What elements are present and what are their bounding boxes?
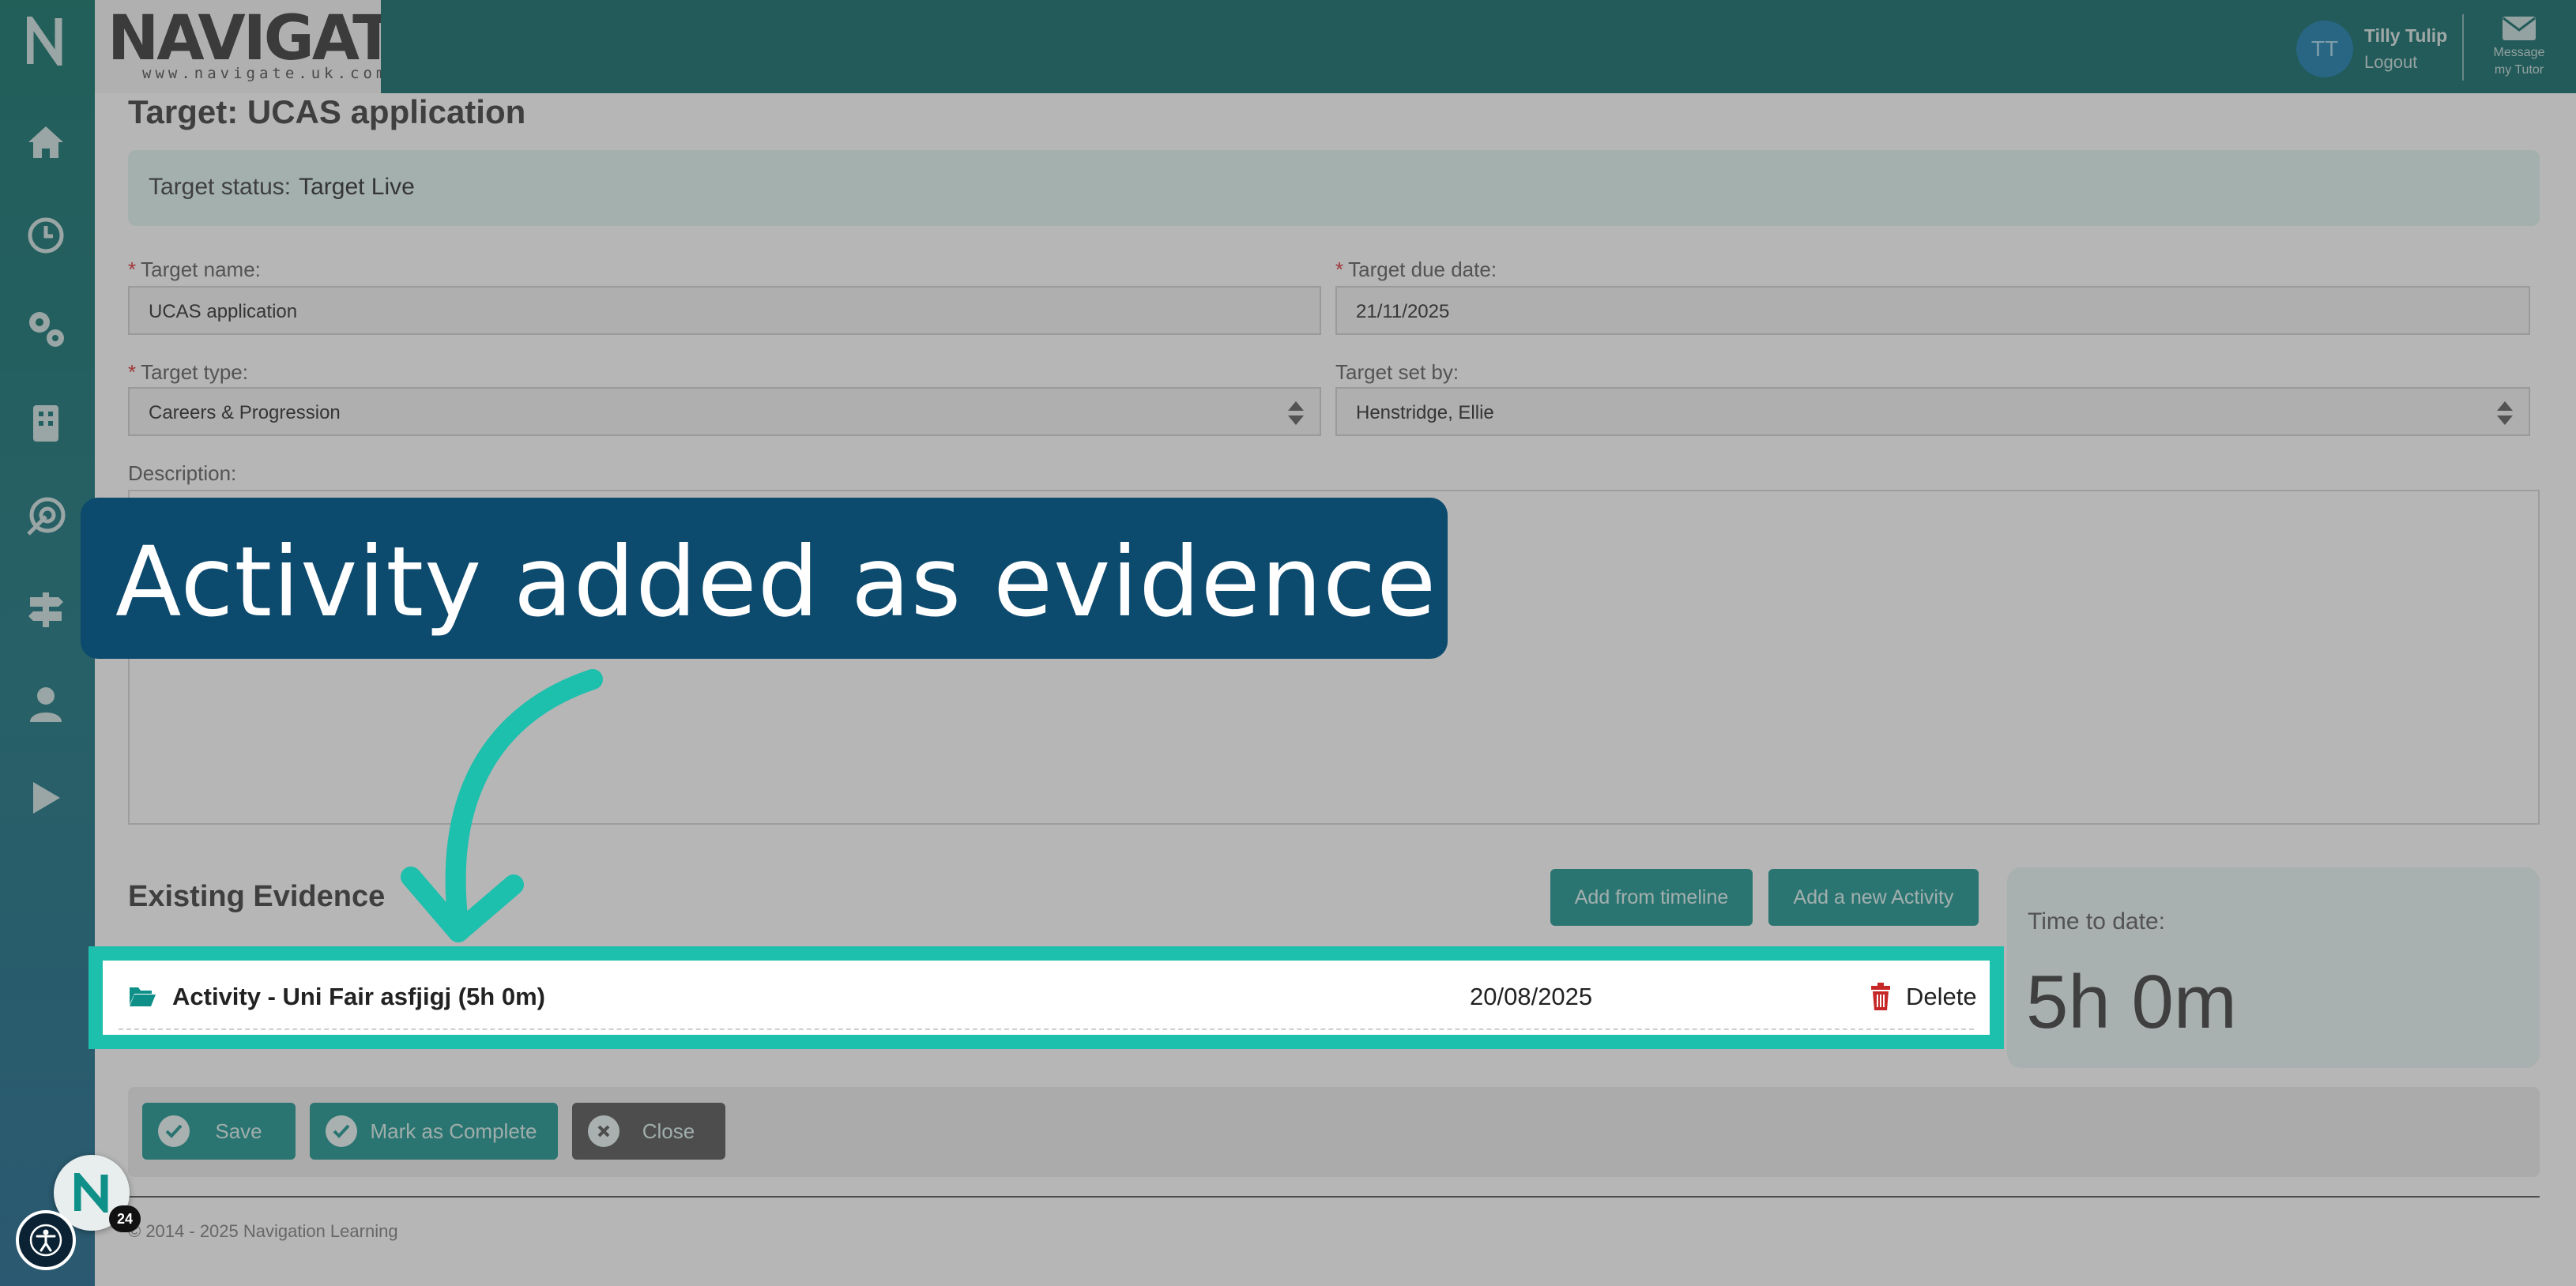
list-item[interactable]: Activity - Uni Fair asfjigj (5h 0m) 20/0…: [119, 968, 1977, 1030]
delete-button[interactable]: Delete: [1870, 980, 1977, 1014]
evidence-title[interactable]: Activity - Uni Fair asfjigj (5h 0m): [172, 983, 545, 1011]
evidence-date: 20/08/2025: [1470, 983, 1593, 1010]
trash-icon: [1871, 983, 1890, 1010]
notification-badge: 24: [109, 1205, 141, 1232]
folder-open-icon: [130, 987, 156, 1006]
evidence-highlight: Activity - Uni Fair asfjigj (5h 0m) 20/0…: [89, 946, 2004, 1049]
accessibility-icon: [29, 1224, 62, 1257]
delete-label: Delete: [1906, 983, 1977, 1010]
callout-arrow-icon: [401, 669, 603, 942]
tutorial-callout: Activity added as evidence: [81, 498, 1448, 659]
callout-text: Activity added as evidence: [115, 526, 1437, 638]
navigate-logo-icon: [74, 1173, 108, 1213]
accessibility-button[interactable]: [16, 1210, 76, 1270]
